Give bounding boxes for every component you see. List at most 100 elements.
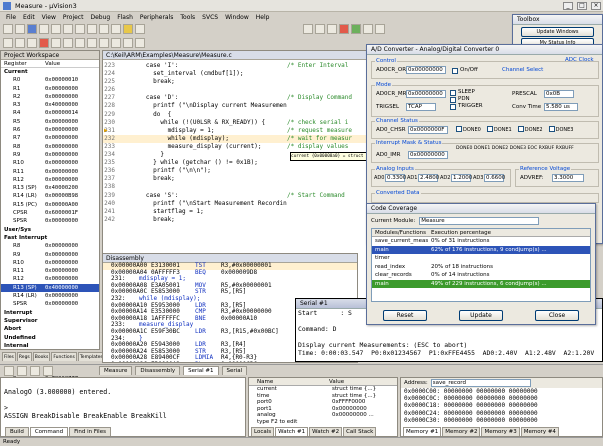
register-row[interactable]: R1 0x00000000	[1, 85, 99, 93]
register-row[interactable]: R7 0x00000000	[1, 134, 99, 142]
target-options-button[interactable]	[51, 38, 61, 48]
breakpoint-button[interactable]	[363, 24, 373, 34]
code-line[interactable]: 227 case 'D': /* Display Command	[103, 94, 366, 102]
bookmark-button[interactable]	[123, 24, 133, 34]
close-button[interactable]: ×	[591, 1, 601, 10]
close-button[interactable]: Close	[535, 310, 579, 321]
compile-button[interactable]	[3, 38, 13, 48]
register-row[interactable]: R3 0x40000000	[1, 101, 99, 109]
code-line[interactable]: 240 printf ("\nStart Measurement Recordi…	[103, 200, 366, 208]
register-row[interactable]: R11 0x00000000	[1, 168, 99, 176]
performance-button[interactable]	[123, 38, 133, 48]
kill-breakpoint-button[interactable]	[375, 24, 385, 34]
menu-item-debug[interactable]: Debug	[90, 14, 110, 21]
code-line[interactable]: 236 printf ("\n\n");	[103, 167, 366, 175]
register-row[interactable]: R11 0x00000000	[1, 267, 99, 275]
cut-button[interactable]	[39, 24, 49, 34]
memory-view-button[interactable]	[87, 38, 97, 48]
done-checkbox[interactable]	[517, 126, 524, 132]
register-row[interactable]: R2 0x00000000	[1, 93, 99, 101]
undo-button[interactable]	[75, 24, 85, 34]
code-line[interactable]: 225 break;	[103, 78, 366, 86]
module-select[interactable]: Measure	[419, 217, 540, 225]
workspace-tab[interactable]: Regs	[16, 352, 32, 361]
rebuild-button[interactable]	[27, 38, 37, 48]
watch-tab[interactable]: Locals	[251, 427, 275, 436]
code-line[interactable]: 242 break;	[103, 216, 366, 224]
memory-tab[interactable]: Memory #1	[403, 427, 442, 436]
disassembly-view-button[interactable]	[63, 38, 73, 48]
memory-tab[interactable]: Memory #3	[481, 427, 520, 436]
register-row[interactable]: R8 0x00000000	[1, 242, 99, 250]
watch-view-button[interactable]	[75, 38, 85, 48]
register-row[interactable]: R12 0x00000000	[1, 275, 99, 283]
coverage-row[interactable]: main 62% of 176 instructions, 9 condjump(…	[372, 245, 590, 254]
save-button[interactable]	[27, 24, 37, 34]
step-over-button[interactable]	[315, 24, 325, 34]
advref-field[interactable]: 3.3000	[552, 174, 584, 182]
coverage-row[interactable]: clear_records 0% of 14 instructions	[372, 271, 590, 280]
disasm-line[interactable]: 0x00000A2CEB0000A2BL0x00000CBC	[103, 361, 357, 362]
code-line[interactable]: 228 printf ("\nDisplay current Measureme…	[103, 102, 366, 110]
unindent-button[interactable]	[111, 24, 121, 34]
menu-item-project[interactable]: Project	[63, 14, 84, 21]
register-row[interactable]: SPSR 0x00000000	[1, 217, 99, 225]
register-row[interactable]: R5 0x00000000	[1, 118, 99, 126]
register-row[interactable]: R8 0x00000000	[1, 143, 99, 151]
code-line[interactable]: 238	[103, 183, 366, 191]
memory-lines[interactable]: 0x0000C00: 00000000 00000000 00000000 0x0…	[401, 388, 602, 424]
menu-item-window[interactable]: Window	[225, 14, 249, 21]
indent-button[interactable]	[99, 24, 109, 34]
ad1-field[interactable]: 2.4800	[418, 174, 439, 182]
coverage-row[interactable]: read_index 20% of 18 instructions	[372, 263, 590, 272]
address-input[interactable]: save_record	[430, 379, 531, 387]
register-row[interactable]: SPSR 0x00000000	[1, 300, 99, 308]
watch-tab[interactable]: Watch #2	[309, 427, 343, 436]
register-row[interactable]: R12 0x00000000	[1, 176, 99, 184]
document-tab[interactable]: Serial #1	[183, 366, 219, 375]
code-line[interactable]: ▶ 231 mdisplay = 1;/* request measure	[103, 127, 366, 135]
reset-button[interactable]: Reset	[383, 310, 427, 321]
prescal-field[interactable]: 0x0B	[544, 90, 574, 98]
register-row[interactable]: Fast Interrupt	[1, 234, 99, 242]
sleep-checkbox[interactable]	[450, 90, 456, 96]
workspace-tab[interactable]: Files	[2, 352, 16, 361]
open-file-button[interactable]	[15, 24, 25, 34]
register-row[interactable]: Internal	[1, 342, 99, 350]
register-row[interactable]: Interrupt	[1, 309, 99, 317]
memory-view-icon[interactable]	[30, 365, 40, 376]
register-row[interactable]: R14 (LR) 0x00000B98	[1, 192, 99, 200]
menu-item-peripherals[interactable]: Peripherals	[140, 14, 173, 21]
menu-item-help[interactable]: Help	[256, 14, 270, 21]
build-button[interactable]	[15, 38, 25, 48]
code-line[interactable]: 241 startflag = 1;	[103, 208, 366, 216]
watch-tab[interactable]: Call Stack	[343, 427, 377, 436]
menu-item-svcs[interactable]: SVCS	[202, 14, 218, 21]
register-row[interactable]: Current	[1, 68, 99, 76]
watch-tab[interactable]: Watch #1	[275, 427, 309, 436]
register-row[interactable]: R10 0x00000000	[1, 259, 99, 267]
debug-button[interactable]	[39, 38, 49, 48]
register-row[interactable]: R14 (LR) 0x00000000	[1, 292, 99, 300]
code-line[interactable]: 239 case 'S': /* Start Command	[103, 192, 366, 200]
run-button[interactable]	[351, 24, 361, 34]
callstack-view-icon[interactable]	[43, 365, 53, 376]
burst-field[interactable]: 0x00000000	[406, 90, 446, 98]
register-row[interactable]: User/Sys	[1, 226, 99, 234]
memory-tab[interactable]: Memory #4	[520, 427, 559, 436]
minimize-button[interactable]: _	[563, 1, 573, 10]
done-checkbox[interactable]	[486, 126, 493, 132]
menu-item-edit[interactable]: Edit	[23, 14, 35, 21]
maximize-button[interactable]: □	[577, 1, 587, 10]
register-row[interactable]: R10 0x00000000	[1, 159, 99, 167]
code-line[interactable]: 226	[103, 86, 366, 94]
document-tab[interactable]: Measure	[99, 366, 133, 375]
code-line[interactable]: 232 while (mdisplay); /* wait for measur	[103, 134, 366, 143]
watch-row[interactable]: type F2 to edit	[249, 419, 397, 426]
memory-tab[interactable]: Memory #2	[442, 427, 481, 436]
update-button[interactable]: Update	[459, 310, 503, 321]
coverage-row[interactable]: timer	[372, 254, 590, 263]
register-row[interactable]: R15 (PC) 0x00000A00	[1, 201, 99, 209]
redo-button[interactable]	[87, 24, 97, 34]
workspace-tab[interactable]: Functions	[51, 352, 77, 361]
